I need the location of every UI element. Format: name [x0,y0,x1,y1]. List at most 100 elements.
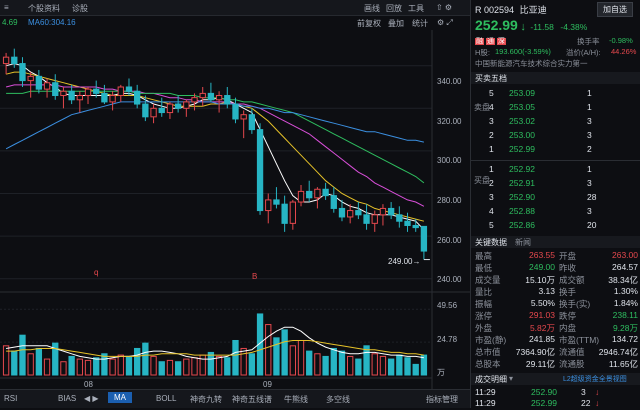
sell-arrow-icon: ↓ [595,398,600,408]
price-tick-label: 240.00 [437,275,462,284]
trade-volume: 22 [581,398,591,408]
candle-body [355,210,362,216]
level-price: 252.91 [509,178,535,188]
keydata-header: 关键数据 新闻 [471,236,640,248]
h-share-value: 193.600(-3.59%) [495,47,551,56]
tab-nav-arrows[interactable]: ◀ ▶ [84,394,99,403]
level-volume: 2 [587,144,592,154]
keydata-value: 249.00 [529,262,555,272]
trades-title[interactable]: 成交明细 [475,374,507,385]
volume-bar [207,351,215,376]
settings-icon[interactable]: ⚙ ⤢ [437,18,453,28]
stats-option[interactable]: 统计 [412,18,428,29]
keydata-value: 134.72 [612,334,638,344]
volume-bar [11,350,18,376]
sell-level-row[interactable]: 4 253.05 1 [471,102,640,114]
level-volume: 28 [587,192,597,202]
volume-bar [322,355,329,376]
candle-body [117,86,124,97]
candle-body [404,220,411,226]
tab-bias[interactable]: BIAS [58,394,76,403]
tab-magic-nine[interactable]: 神奇九转 [190,394,222,405]
buy-level-row[interactable]: 5 252.86 20 [471,220,640,232]
news-tab[interactable]: 新闻 [515,237,531,248]
exchange-badge: 深 [496,38,506,45]
orderbook-title: 买卖五档 [475,74,507,83]
keydata-value: 5.82万 [529,323,555,333]
buy-level-row[interactable]: 4 252.88 3 [471,206,640,218]
sell-level-row[interactable]: 5 253.09 1 [471,88,640,100]
buy-level-row[interactable]: 2 252.91 3 [471,178,640,190]
buy-level-row[interactable]: 1 252.92 1 [471,164,640,176]
candle-body [256,129,264,212]
tab-bull-bear[interactable]: 牛熊线 [284,394,308,405]
keydata-label: 内盘 [559,323,577,333]
candle-body [166,103,174,114]
price-tick-label: 300.00 [437,156,462,165]
volume-bar [43,358,51,376]
add-watchlist-button[interactable]: 加自选 [597,2,633,17]
volume-bar [183,358,190,376]
volume-bar [174,361,182,376]
stock-chart[interactable]: 340.00 320.00 300.00 280.00 260.00 240.0… [0,30,470,389]
keydata-label: 最低 [475,263,493,273]
replay-button[interactable]: 回放 [386,3,402,14]
buy-level-row[interactable]: 3 252.90 28 [471,192,640,204]
turnover-label: 换手率 [577,37,600,46]
tab-boll[interactable]: BOLL [156,394,176,403]
keydata-title[interactable]: 关键数据 [475,237,507,248]
level-price: 252.86 [509,220,535,230]
sell-level-row[interactable]: 3 253.02 3 [471,116,640,128]
volume-tick-label: 24.78 [437,335,458,344]
keydata-value: 29.11亿 [525,359,555,369]
level-price: 252.99 [509,144,535,154]
draw-line-button[interactable]: 画线 [364,3,380,14]
tab-long-short[interactable]: 多空线 [326,394,350,405]
candle-body [289,201,296,224]
tools-button[interactable]: 工具 [408,3,424,14]
keydata-row: 振幅 5.50% 换手(实) 1.84% [471,298,640,310]
stock-header: R 002594 比亚迪 [475,3,547,16]
tab-stock-profile[interactable]: 个股资料 [28,3,60,14]
keydata-value: 5.50% [530,298,555,308]
adjust-option[interactable]: 前复权 [357,18,381,29]
candle-body [199,92,206,99]
tab-rsi[interactable]: RSI [4,394,17,403]
overlay-option[interactable]: 叠加 [388,18,404,29]
candle-body [420,225,428,252]
toolbar-icons[interactable]: ⇧ ⚙ [436,3,452,12]
volume-bar [338,350,346,376]
indicator-manage-button[interactable]: 指标管理 [426,394,458,405]
volume-bar [297,339,305,376]
tab-magic-five[interactable]: 神奇五线谱 [232,394,272,405]
sell-level-row[interactable]: 1 252.99 2 [471,144,640,156]
ma-line-ma5 [5,63,425,231]
volume-bar [166,359,174,376]
volume-bar [248,353,256,376]
l2-link[interactable]: L2超级资金全景视图 [563,374,627,384]
stock-badges: 融 通 深 [475,36,506,46]
volume-ma-line [6,340,424,357]
keydata-value: 11.65亿 [608,359,638,369]
keydata-value: 263.00 [612,250,638,260]
keydata-row: 外盘 5.82万 内盘 9.28万 [471,322,640,334]
trades-menu-icon[interactable]: ▾ [509,374,513,383]
sell-level-row[interactable]: 2 253.00 3 [471,130,640,142]
candle-body [11,56,18,65]
volume-ma-line [6,326,424,360]
low-price-marker: 249.00→ [388,257,420,266]
candle-body [19,63,26,82]
volume-bar [68,355,75,376]
menu-icon[interactable]: ≡ [4,3,9,12]
level-number: 4 [489,206,494,216]
keydata-label: 成交额 [559,275,585,285]
candle-body [371,214,378,224]
price-change-pct: -4.38% [560,22,588,32]
candle-body [224,95,231,105]
keydata-value: 241.85 [529,334,555,344]
candle-body [232,103,239,120]
level-volume: 3 [587,116,592,126]
tab-stock-diagnosis[interactable]: 诊股 [72,3,88,14]
candle-body [322,188,329,197]
tab-ma[interactable]: MA [108,392,132,403]
